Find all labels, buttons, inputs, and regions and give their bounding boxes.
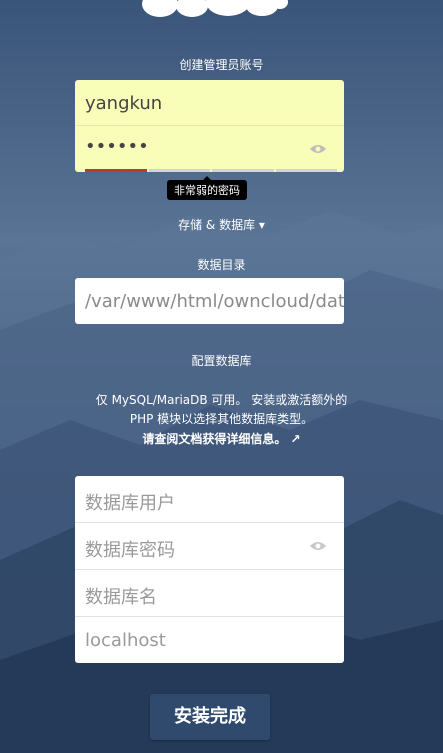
storage-database-toggle[interactable]: 存储 & 数据库 ▾ xyxy=(0,216,443,233)
db-user-field[interactable]: 数据库用户 xyxy=(75,476,344,523)
admin-credentials-group: yangkun •••••• xyxy=(75,80,344,172)
db-password-field[interactable]: 数据库密码 xyxy=(75,523,344,570)
password-strength-meter xyxy=(85,169,337,172)
owncloud-logo xyxy=(142,0,288,17)
password-field[interactable]: •••••• xyxy=(75,126,344,172)
db-name-placeholder: 数据库名 xyxy=(85,587,157,608)
username-value: yangkun xyxy=(85,93,163,114)
db-host-field[interactable]: localhost xyxy=(75,617,344,663)
db-user-placeholder: 数据库用户 xyxy=(85,493,175,514)
eye-icon[interactable] xyxy=(310,144,326,154)
database-note-line2: PHP 模块以选择其他数据库类型。 xyxy=(129,412,314,426)
password-value: •••••• xyxy=(85,136,149,157)
install-button[interactable]: 安装完成 xyxy=(150,694,270,740)
data-dir-input[interactable]: /var/www/html/owncloud/data xyxy=(75,278,344,324)
docs-link[interactable]: 请查阅文档获得详细信息。 ↗ xyxy=(50,430,393,449)
data-dir-heading: 数据目录 xyxy=(197,258,246,272)
db-password-placeholder: 数据库密码 xyxy=(85,540,175,561)
data-dir-value: /var/www/html/owncloud/data xyxy=(85,291,344,312)
admin-heading: 创建管理员账号 xyxy=(179,58,264,72)
database-fields-group: 数据库用户 数据库密码 数据库名 localhost xyxy=(75,476,344,663)
database-heading: 配置数据库 xyxy=(191,354,252,368)
eye-icon[interactable] xyxy=(310,541,326,551)
db-host-placeholder: localhost xyxy=(85,630,166,651)
password-strength-tooltip: 非常弱的密码 xyxy=(167,176,247,200)
database-note-line1: 仅 MySQL/MariaDB 可用。 安装或激活额外的 xyxy=(95,393,348,407)
db-name-field[interactable]: 数据库名 xyxy=(75,570,344,617)
username-field[interactable]: yangkun xyxy=(75,80,344,126)
